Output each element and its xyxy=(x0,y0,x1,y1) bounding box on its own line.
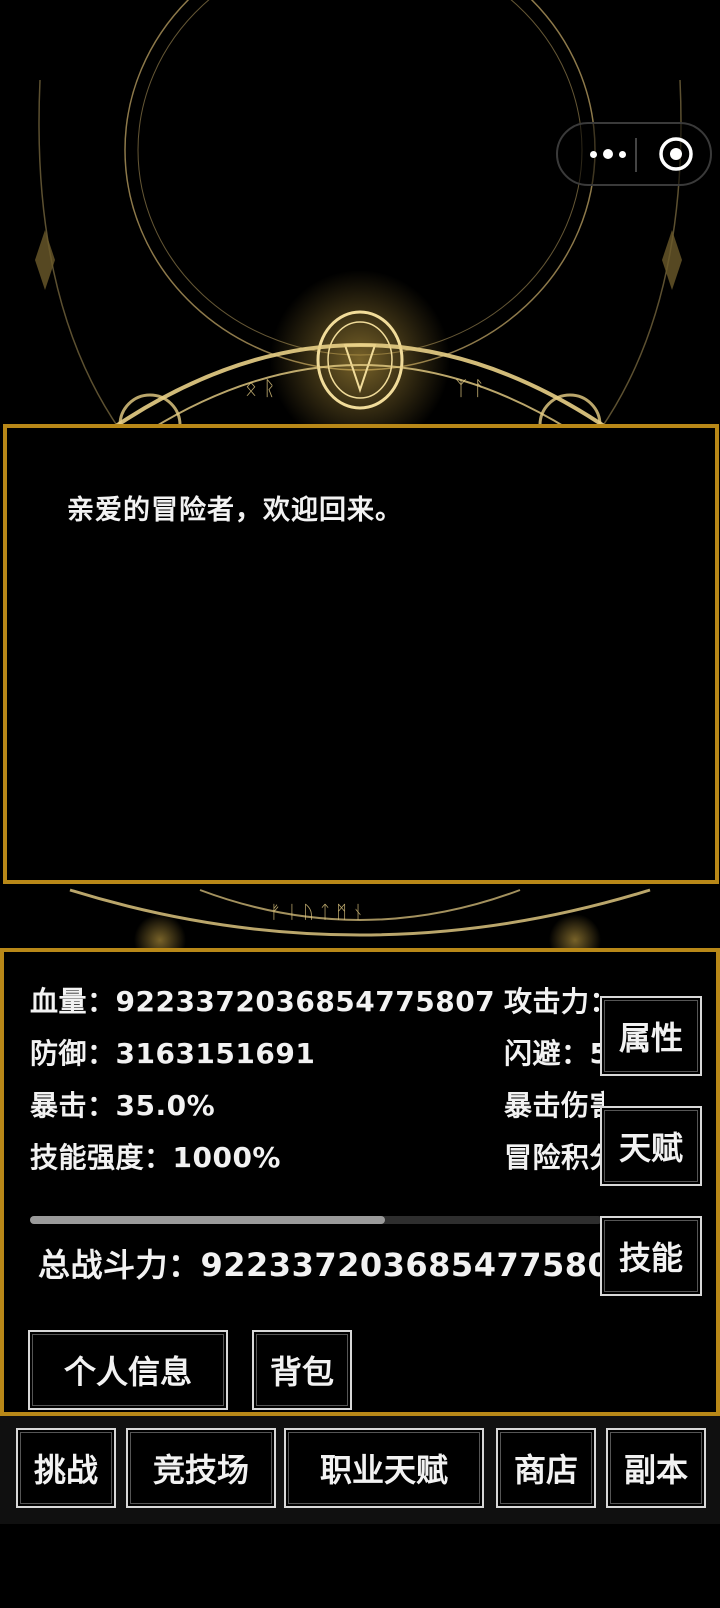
profile-button[interactable]: 个人信息 xyxy=(28,1330,228,1410)
target-circle-icon[interactable] xyxy=(658,136,694,172)
nav-arena-button[interactable]: 竞技场 xyxy=(126,1428,276,1508)
total-power: 总战斗力：9223372036854775807 xyxy=(38,1246,634,1284)
stat-skill-power: 技能强度：1000% xyxy=(30,1141,281,1174)
svg-text:ᛟ ᚱ: ᛟ ᚱ xyxy=(245,376,275,400)
capsule-divider xyxy=(635,138,637,172)
progress-fill xyxy=(30,1216,385,1224)
stat-crit-damage: 暴击伤害 xyxy=(504,1089,604,1122)
stat-dodge: 闪避：5 xyxy=(504,1037,604,1070)
svg-text:ᛉ ᚨ: ᛉ ᚨ xyxy=(455,376,485,400)
skills-button[interactable]: 技能 xyxy=(600,1216,702,1296)
progress-bar xyxy=(30,1216,602,1224)
nav-class-talent-button[interactable]: 职业天赋 xyxy=(284,1428,484,1508)
nav-dungeon-button[interactable]: 副本 xyxy=(606,1428,706,1508)
attributes-button[interactable]: 属性 xyxy=(600,996,702,1076)
welcome-message: 亲爱的冒险者，欢迎回来。 xyxy=(67,495,403,526)
message-panel: 亲爱的冒险者，欢迎回来。 xyxy=(3,424,719,884)
stats-panel: 血量：9223372036854775807 防御：3163151691 暴击：… xyxy=(0,948,720,1416)
stat-attack: 攻击力： xyxy=(504,985,604,1018)
stat-crit: 暴击：35.0% xyxy=(30,1089,216,1122)
bag-button[interactable]: 背包 xyxy=(252,1330,352,1410)
bottom-nav: 挑战 竞技场 职业天赋 商店 副本 xyxy=(0,1416,720,1524)
mini-program-capsule xyxy=(556,122,712,186)
talent-button[interactable]: 天赋 xyxy=(600,1106,702,1186)
stat-adventure-points: 冒险积分 xyxy=(504,1141,604,1174)
nav-shop-button[interactable]: 商店 xyxy=(496,1428,596,1508)
svg-text:ᚠ ᛁ ᚢ ᛏ ᛗ ᚾ: ᚠ ᛁ ᚢ ᛏ ᛗ ᚾ xyxy=(270,902,363,923)
stat-hp: 血量：9223372036854775807 xyxy=(30,985,496,1018)
stat-defense: 防御：3163151691 xyxy=(30,1037,316,1070)
nav-challenge-button[interactable]: 挑战 xyxy=(16,1428,116,1508)
more-dots-icon[interactable] xyxy=(578,124,638,184)
